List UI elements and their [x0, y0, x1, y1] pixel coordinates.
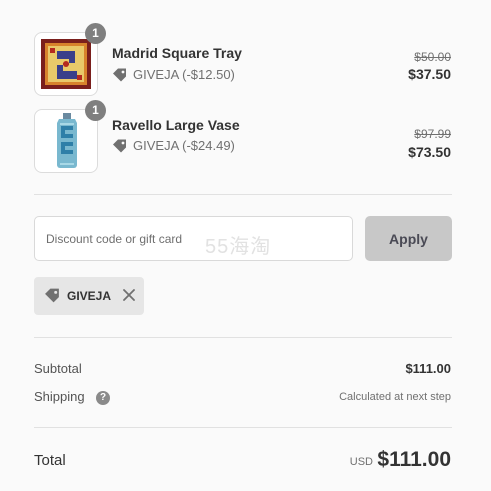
compare-at-price: $97.99 [414, 127, 451, 141]
question-icon[interactable]: ? [96, 391, 110, 405]
product-discount-label: GIVEJA (-$24.49) [133, 138, 235, 153]
shipping-label: Shipping [34, 389, 85, 404]
subtotal-label: Subtotal [34, 361, 82, 376]
compare-at-price: $50.00 [414, 50, 451, 64]
product-price: $37.50 [408, 66, 451, 82]
tag-icon [45, 288, 59, 303]
divider [34, 194, 452, 195]
subtotal-value: $111.00 [405, 361, 451, 376]
discount-code-input[interactable] [35, 217, 352, 260]
divider [34, 427, 452, 428]
applied-discount-chip: GIVEJA [34, 277, 144, 315]
product-discount-label: GIVEJA (-$12.50) [133, 67, 235, 82]
currency-code: USD [349, 456, 373, 468]
close-icon[interactable] [122, 288, 136, 302]
product-discount: GIVEJA (-$12.50) [112, 67, 235, 82]
applied-discount-code: GIVEJA [67, 289, 112, 303]
quantity-badge: 1 [85, 23, 106, 44]
product-name: Madrid Square Tray [112, 45, 242, 61]
product-name: Ravello Large Vase [112, 117, 240, 133]
product-discount: GIVEJA (-$24.49) [112, 138, 235, 153]
discount-code-field[interactable] [34, 216, 353, 261]
apply-button[interactable]: Apply [365, 216, 452, 261]
total-label: Total [34, 452, 66, 469]
tag-icon [113, 139, 126, 153]
shipping-value: Calculated at next step [339, 391, 451, 403]
total-value: $111.00 [377, 448, 451, 471]
quantity-badge: 1 [85, 100, 106, 121]
product-price: $73.50 [408, 144, 451, 160]
watermark: 55海淘 [205, 236, 272, 258]
divider [34, 337, 452, 338]
tag-icon [113, 68, 126, 82]
